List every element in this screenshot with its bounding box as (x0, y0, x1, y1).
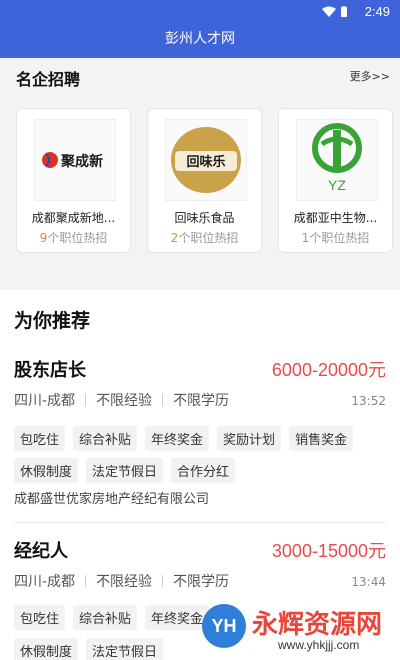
job-item[interactable]: 股东店长 6000-20000元 四川-成都 不限经验 不限学历 13:52 包… (0, 356, 400, 516)
job-title: 股东店长 (14, 360, 86, 381)
company-logo: YZ (296, 119, 378, 201)
job-salary: 3000-15000元 (271, 541, 386, 561)
list-divider (14, 522, 386, 523)
job-experience: 不限经验 (96, 393, 153, 409)
benefit-tag: 销售奖金 (289, 426, 354, 451)
job-education: 不限学历 (173, 574, 230, 590)
company-logo: 聚成新 (34, 119, 116, 201)
featured-companies: 聚成新 成都聚成新地... 9个职位热招 回味乐 回味乐食品 2个职位热招 YZ… (0, 96, 400, 266)
benefit-tag: 综合补贴 (73, 605, 138, 630)
company-name: 成都亚中生物... (293, 211, 378, 225)
company-card[interactable]: 聚成新 成都聚成新地... 9个职位热招 (16, 108, 131, 253)
meta-divider (162, 575, 164, 587)
svg-text:回味乐: 回味乐 (186, 154, 225, 170)
job-time: 13:52 (351, 394, 386, 408)
job-location: 四川-成都 (14, 393, 76, 409)
benefit-tag: 休假制度 (14, 458, 79, 483)
job-title: 经纪人 (14, 541, 68, 562)
svg-text:YZ: YZ (328, 177, 346, 193)
benefit-tag: 综合补贴 (73, 426, 138, 451)
svg-text:聚成新: 聚成新 (60, 153, 103, 170)
company-name: 回味乐食品 (174, 211, 235, 225)
job-tags: 休假制度 法定节假日 合作分红 (14, 458, 236, 483)
status-bar: 2:49 (0, 0, 400, 24)
more-link[interactable]: 更多>> (350, 68, 390, 84)
job-company: 成都盛世优家房地产经纪有限公司 (14, 492, 210, 507)
job-education: 不限学历 (173, 393, 230, 409)
job-tags: 休假制度 法定节假日 (14, 638, 164, 660)
app-bar: 彭州人才网 (0, 24, 400, 58)
job-tags: 包吃住 综合补贴 年终奖金 奖励计划 销售奖金 (14, 426, 354, 451)
battery-icon (341, 6, 347, 17)
job-meta: 四川-成都 不限经验 不限学历 (14, 571, 229, 591)
section-spacer (0, 266, 400, 290)
benefit-tag: 奖励计划 (217, 426, 282, 451)
company-job-count: 2个职位热招 (170, 231, 239, 245)
benefit-tag: 休假制度 (14, 638, 79, 660)
meta-divider (162, 394, 164, 406)
job-time: 13:44 (351, 575, 386, 589)
company-card[interactable]: YZ 成都亚中生物... 1个职位热招 (278, 108, 393, 253)
watermark: YH 永辉资源网 www.yhkjjj.com (200, 600, 400, 660)
benefit-tag: 合作分红 (171, 458, 236, 483)
company-card[interactable]: 回味乐 回味乐食品 2个职位热招 (147, 108, 262, 253)
company-job-count: 9个职位热招 (39, 231, 108, 245)
featured-section-header: 名企招聘 更多>> (0, 58, 400, 96)
benefit-tag: 包吃住 (14, 605, 66, 630)
job-tags: 包吃住 综合补贴 年终奖金 (14, 605, 210, 630)
job-location: 四川-成都 (14, 574, 76, 590)
watermark-text: 永辉资源网 (252, 610, 383, 640)
status-time: 2:49 (364, 4, 390, 19)
benefit-tag: 法定节假日 (86, 458, 164, 483)
watermark-url: www.yhkjjj.com (278, 638, 360, 652)
benefit-tag: 包吃住 (14, 426, 66, 451)
company-name: 成都聚成新地... (31, 211, 116, 225)
job-experience: 不限经验 (96, 574, 153, 590)
benefit-tag: 法定节假日 (86, 638, 164, 660)
meta-divider (85, 575, 87, 587)
company-job-count: 1个职位热招 (301, 231, 370, 245)
company-logo: 回味乐 (165, 119, 247, 201)
page-title: 彭州人才网 (165, 31, 235, 47)
watermark-logo: YH (202, 604, 246, 648)
job-meta: 四川-成都 不限经验 不限学历 (14, 390, 229, 410)
recommend-title: 为你推荐 (14, 310, 91, 332)
featured-title: 名企招聘 (16, 70, 81, 89)
status-icons (322, 6, 348, 18)
job-salary: 6000-20000元 (271, 360, 386, 380)
benefit-tag: 年终奖金 (145, 426, 210, 451)
meta-divider (85, 394, 87, 406)
wifi-icon (322, 6, 336, 17)
